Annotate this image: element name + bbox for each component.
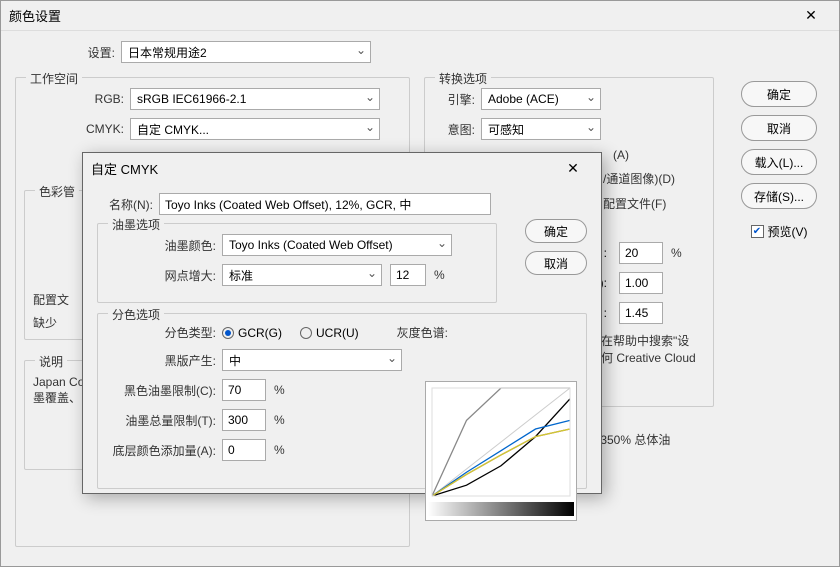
dotgain-pct: % <box>434 268 445 282</box>
close-icon[interactable]: ✕ <box>791 2 831 30</box>
child-ok-button[interactable]: 确定 <box>525 219 587 243</box>
gray-ramp-chart <box>425 381 577 521</box>
intent-select[interactable]: 可感知 <box>481 118 601 140</box>
totalink-pct: % <box>274 413 285 427</box>
help-text: 请在帮助中搜索"设 <box>589 332 705 349</box>
ink-legend: 油墨选项 <box>108 216 164 233</box>
blacklimit-label: 黑色油墨限制(C): <box>106 382 216 399</box>
totalink-input[interactable]: 300 <box>222 409 266 431</box>
cyan-pct: % <box>671 246 682 260</box>
name-label: 名称(N): <box>97 196 153 213</box>
cmyk-select[interactable]: 自定 CMYK... <box>130 118 380 140</box>
child-close-icon[interactable]: ✕ <box>553 154 593 182</box>
gamma2-input[interactable]: 1.45 <box>619 302 663 324</box>
cyan-input[interactable]: 20 <box>619 242 663 264</box>
name-input[interactable]: Toyo Inks (Coated Web Offset), 12%, GCR,… <box>159 193 491 215</box>
preview-checkbox[interactable]: ✔ <box>751 225 764 238</box>
blackgen-label: 黑版产生: <box>106 352 216 369</box>
workspace-legend: 工作空间 <box>26 70 82 87</box>
ucr-radio[interactable]: UCR(U) <box>300 326 359 340</box>
custom-cmyk-dialog: 自定 CMYK ✕ 名称(N): Toyo Inks (Coated Web O… <box>82 152 602 494</box>
settings-select[interactable]: 日本常规用途2 <box>121 41 371 63</box>
profile-text: 配置文件(F) <box>603 195 705 212</box>
cancel-button[interactable]: 取消 <box>741 115 817 141</box>
septype-label: 分色类型: <box>106 324 216 341</box>
engine-select[interactable]: Adobe (ACE) <box>481 88 601 110</box>
load-button[interactable]: 载入(L)... <box>741 149 817 175</box>
cc-text: 任何 Creative Cloud <box>589 349 705 366</box>
parent-titlebar: 颜色设置 ✕ <box>1 1 839 31</box>
chart-svg <box>426 382 576 502</box>
ok-button[interactable]: 确定 <box>741 81 817 107</box>
uca-pct: % <box>274 443 285 457</box>
uca-label: 底层颜色添加量(A): <box>106 442 216 459</box>
settings-label: 设置: <box>45 44 115 61</box>
uca-input[interactable]: 0 <box>222 439 266 461</box>
channel-text: /通道图像)(D) <box>603 170 705 187</box>
gradient-bar <box>428 502 574 516</box>
rgb-label: RGB: <box>54 92 124 106</box>
blackgen-select[interactable]: 中 <box>222 349 402 371</box>
dotgain-label: 网点增大: <box>106 267 216 284</box>
totalink-label: 油墨总量限制(T): <box>106 412 216 429</box>
child-title: 自定 CMYK <box>91 159 553 178</box>
blacklimit-pct: % <box>274 383 285 397</box>
dotgain-num-input[interactable]: 12 <box>390 264 426 286</box>
color-mgmt-legend: 色彩管 <box>35 183 79 200</box>
engine-label: 引擎: <box>433 91 475 108</box>
dotgain-select[interactable]: 标准 <box>222 264 382 286</box>
inkcolor-label: 油墨颜色: <box>106 237 216 254</box>
inkcolor-select[interactable]: Toyo Inks (Coated Web Offset) <box>222 234 452 256</box>
rgb-select[interactable]: sRGB IEC61966-2.1 <box>130 88 380 110</box>
cmyk-label: CMYK: <box>54 122 124 136</box>
convert-legend: 转换选项 <box>435 70 491 87</box>
period-text: 。 <box>589 366 705 383</box>
parent-title: 颜色设置 <box>9 6 791 25</box>
gamma1-input[interactable]: 1.00 <box>619 272 663 294</box>
ink-fieldset: 油墨选项 油墨颜色: Toyo Inks (Coated Web Offset)… <box>97 223 497 303</box>
intent-label: 意图: <box>433 121 475 138</box>
gcr-radio[interactable]: GCR(G) <box>222 326 282 340</box>
save-button[interactable]: 存储(S)... <box>741 183 817 209</box>
desc-legend: 说明 <box>35 353 67 370</box>
a-text: (A) <box>613 148 705 162</box>
sep-legend: 分色选项 <box>108 306 164 323</box>
child-cancel-button[interactable]: 取消 <box>525 251 587 275</box>
blacklimit-input[interactable]: 70 <box>222 379 266 401</box>
preview-label: 预览(V) <box>768 223 808 240</box>
graymap-label: 灰度色谱: <box>397 324 448 341</box>
